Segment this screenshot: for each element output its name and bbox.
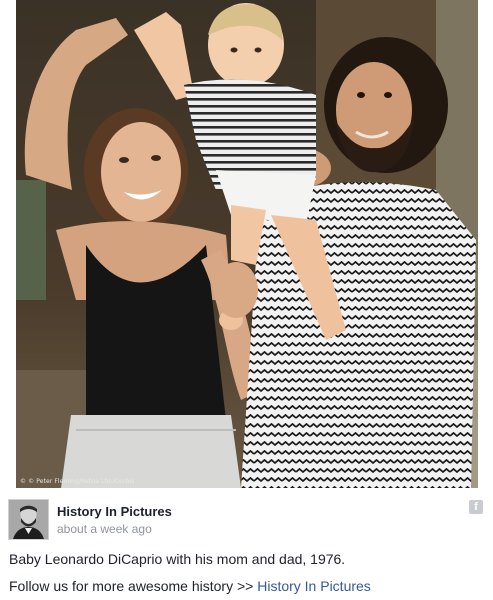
post-card: © © Peter Fleming/Retna Ltd./Corbis Hist… [0,0,493,600]
page-name-link[interactable]: History In Pictures [57,504,172,519]
post-header: History In Pictures about a week ago f [8,499,485,543]
post-timestamp[interactable]: about a week ago [57,522,152,536]
photo-credit: © © Peter Fleming/Retna Ltd./Corbis [20,478,135,485]
lincoln-portrait-icon [9,500,48,539]
post-caption: Baby Leonardo DiCaprio with his mom and … [9,551,346,567]
photo-illustration [16,0,478,488]
facebook-icon[interactable]: f [469,500,483,514]
post-photo[interactable]: © © Peter Fleming/Retna Ltd./Corbis [16,0,478,488]
follow-link[interactable]: History In Pictures [257,578,371,594]
follow-line: Follow us for more awesome history >> Hi… [9,578,371,594]
follow-text: Follow us for more awesome history >> [9,578,258,594]
page-avatar[interactable] [8,499,49,540]
